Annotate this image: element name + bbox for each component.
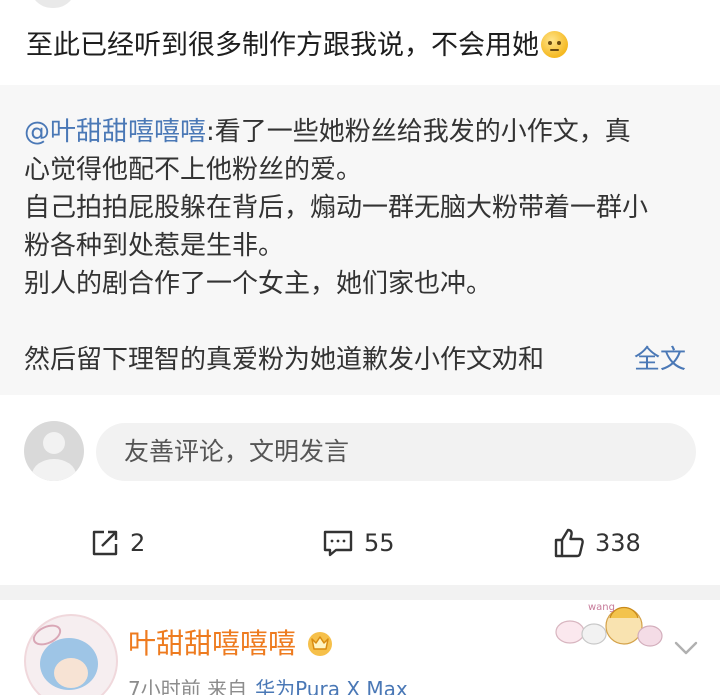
- comment-input[interactable]: 友善评论，文明发言: [96, 423, 696, 481]
- device-link[interactable]: 华为Pura X Max: [255, 677, 408, 695]
- read-full-link[interactable]: 全文: [606, 341, 687, 379]
- post-text: 至此已经听到很多制作方跟我说，不会用她: [26, 26, 568, 66]
- post-card: 至此已经听到很多制作方跟我说，不会用她: [0, 0, 720, 85]
- comment-avatar: [24, 421, 84, 481]
- sticker-text: wang: [588, 602, 615, 613]
- avatar-face: [54, 658, 88, 688]
- repost-line-4: 粉各种到处惹是生非。: [24, 231, 285, 261]
- repost-line-1: :看了一些她粉丝给我发的小作文，真: [206, 117, 631, 147]
- comment-placeholder: 友善评论，文明发言: [124, 437, 350, 466]
- post-time: 7小时前: [128, 677, 201, 695]
- mention-link[interactable]: @叶甜甜嘻嘻嘻: [24, 117, 206, 147]
- post-meta: 7小时前 来自 华为Pura X Max: [128, 676, 408, 695]
- thumbs-up-icon: [554, 528, 584, 558]
- author-avatar[interactable]: [24, 614, 118, 695]
- cartoon-sticker: wang: [555, 602, 663, 647]
- author-name-text: 叶甜甜嘻嘻嘻: [128, 627, 297, 660]
- thinking-face-emoji-icon: [541, 31, 568, 58]
- share-button[interactable]: 2: [90, 527, 145, 559]
- author-card: 叶甜甜嘻嘻嘻 7小时前 来自 华为Pura X Max wang: [0, 600, 720, 695]
- repost-line-2: 心觉得他配不上他粉丝的爱。: [24, 155, 363, 185]
- post-text-content: 至此已经听到很多制作方跟我说，不会用她: [26, 30, 539, 61]
- like-count: 338: [595, 529, 641, 557]
- crown-badge-icon: [308, 632, 333, 656]
- repost-line-6: 然后留下理智的真爱粉为她道歉发小作文劝和 全文: [24, 341, 704, 379]
- author-name[interactable]: 叶甜甜嘻嘻嘻: [128, 626, 336, 662]
- comment-count: 55: [364, 529, 395, 557]
- share-count: 2: [130, 529, 146, 557]
- repost-line-6-text: 然后留下理智的真爱粉为她道歉发小作文劝和: [24, 345, 545, 375]
- chevron-down-icon[interactable]: [672, 638, 700, 658]
- avatar[interactable]: [30, 0, 76, 8]
- comment-button[interactable]: 55: [322, 527, 395, 559]
- source-label: 来自: [207, 677, 248, 695]
- repost-text: @叶甜甜嘻嘻嘻:看了一些她粉丝给我发的小作文，真 心觉得他配不上他粉丝的爱。 自…: [24, 113, 704, 379]
- repost-card[interactable]: @叶甜甜嘻嘻嘻:看了一些她粉丝给我发的小作文，真 心觉得他配不上他粉丝的爱。 自…: [0, 85, 720, 395]
- comment-section: 友善评论，文明发言 2 55 338: [0, 395, 720, 585]
- share-icon: [92, 530, 118, 556]
- repost-line-3: 自己拍拍屁股躲在背后，煽动一群无脑大粉带着一群小: [24, 193, 649, 223]
- like-button[interactable]: 338: [553, 527, 641, 559]
- repost-line-5: 别人的剧合作了一个女主，她们家也冲。: [24, 269, 493, 299]
- comment-icon: [323, 530, 353, 557]
- divider: [0, 585, 720, 600]
